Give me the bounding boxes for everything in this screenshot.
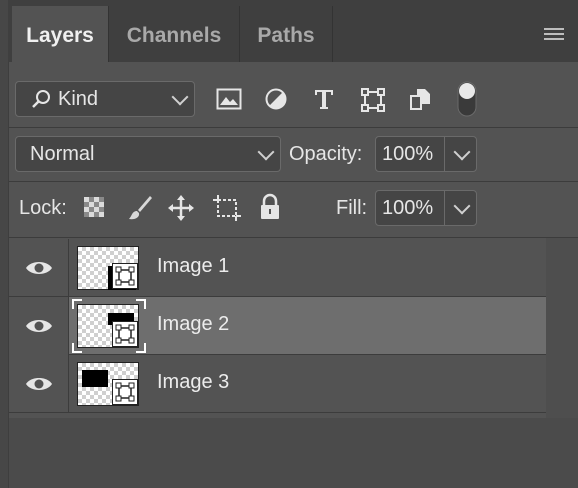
layer-thumbnail (77, 362, 139, 406)
divider (9, 237, 578, 238)
panel-menu-icon[interactable] (544, 28, 564, 40)
image-filter-icon[interactable] (216, 88, 242, 110)
opacity-field[interactable]: 100% (375, 136, 477, 172)
tab-bar: Layers Channels Paths (8, 0, 578, 62)
type-filter-icon[interactable] (312, 87, 336, 111)
opacity-value: 100% (382, 143, 434, 165)
search-icon (32, 90, 50, 108)
divider (9, 181, 578, 182)
adjustment-filter-icon[interactable] (264, 87, 288, 111)
tab-layers[interactable]: Layers (12, 6, 108, 62)
chevron-down-icon (171, 88, 189, 106)
lock-all-icon[interactable] (259, 193, 281, 221)
layer-thumbnail (77, 246, 139, 290)
smart-object-badge-icon (112, 263, 138, 289)
lock-artboard-icon[interactable] (212, 194, 242, 222)
layer-row-image-2[interactable]: Image 2 (9, 297, 546, 355)
lock-image-icon[interactable] (126, 194, 154, 222)
divider (9, 127, 578, 128)
thumbnail-content (82, 370, 108, 387)
layer-name: Image 1 (157, 255, 230, 277)
layers-scroll-area (546, 238, 578, 418)
layer-name: Image 3 (157, 371, 230, 393)
selection-brackets-icon (72, 299, 146, 353)
fill-value: 100% (382, 197, 434, 219)
layer-name: Image 2 (157, 313, 230, 335)
filter-toggle-icon[interactable] (456, 80, 478, 118)
blend-mode-value: Normal (30, 143, 95, 165)
layers-panel: Layers Channels Paths Kind Normal Opacit… (0, 0, 578, 488)
lock-position-icon[interactable] (167, 194, 195, 222)
eye-icon (26, 262, 52, 274)
smart-object-filter-icon[interactable] (408, 86, 434, 112)
lock-transparent-icon[interactable] (83, 196, 105, 218)
chevron-down-icon[interactable] (453, 143, 471, 161)
tab-divider (332, 6, 333, 62)
chevron-down-icon (257, 143, 275, 161)
fill-field[interactable]: 100% (375, 190, 477, 226)
layers-empty-area (9, 418, 578, 488)
smart-object-badge-icon (112, 379, 138, 405)
tab-channels[interactable]: Channels (109, 6, 239, 62)
kind-label: Kind (58, 88, 99, 110)
chevron-down-icon[interactable] (453, 197, 471, 215)
fill-label: Fill: (336, 197, 368, 219)
visibility-toggle[interactable] (9, 297, 69, 355)
opacity-label: Opacity: (289, 143, 363, 165)
eye-icon (26, 320, 52, 332)
kind-filter-dropdown[interactable]: Kind (15, 81, 195, 117)
eye-icon (26, 378, 52, 390)
lock-label: Lock: (19, 197, 67, 219)
tab-paths[interactable]: Paths (240, 6, 332, 62)
panel-edge (0, 0, 9, 488)
layer-row-image-3[interactable]: Image 3 (9, 355, 546, 413)
visibility-toggle[interactable] (9, 239, 69, 297)
shape-filter-icon[interactable] (360, 87, 386, 113)
layer-row-image-1[interactable]: Image 1 (9, 239, 546, 297)
visibility-toggle[interactable] (9, 355, 69, 413)
blend-mode-dropdown[interactable]: Normal (15, 136, 281, 172)
